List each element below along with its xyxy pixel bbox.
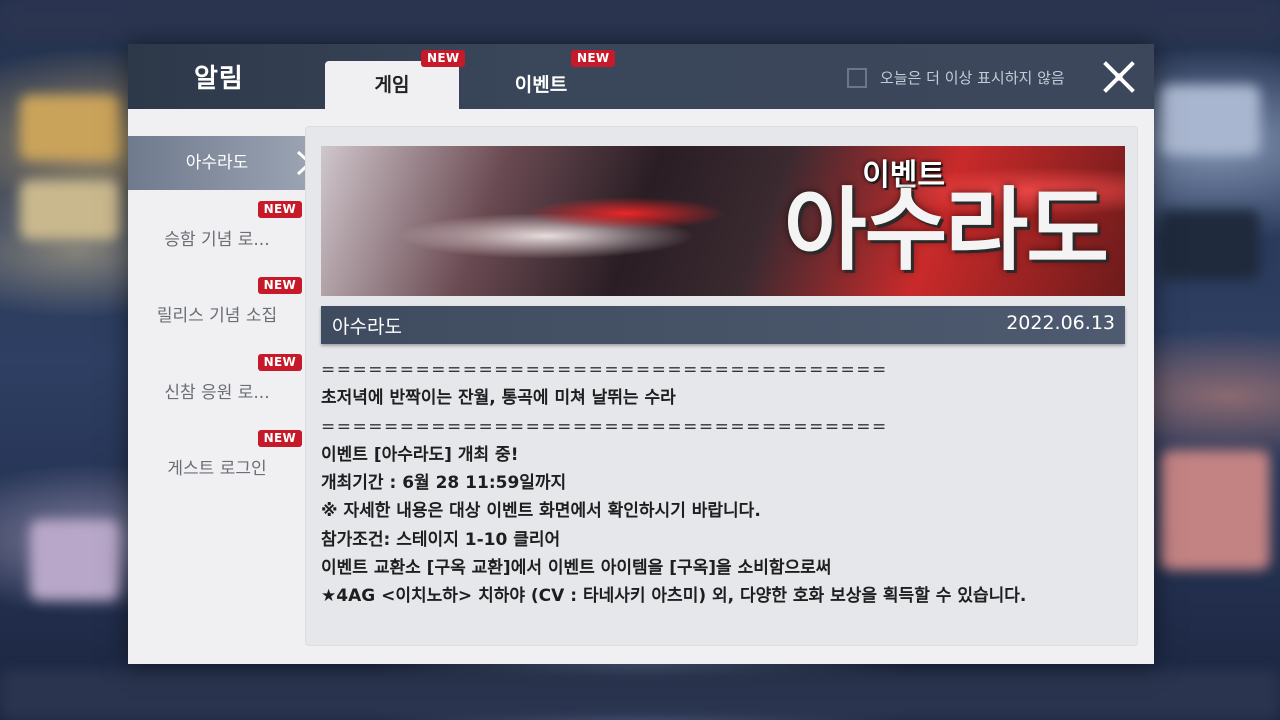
notice-title: 아수라도 (332, 316, 402, 338)
notice-line: 이벤트 [아수라도] 개최 중! (321, 444, 519, 465)
tab-game[interactable]: 게임 (325, 61, 459, 109)
notice-content: 이벤트 아수라도 아수라도 2022.06.13 ===============… (305, 126, 1138, 646)
dont-show-today-label[interactable]: 오늘은 더 이상 표시하지 않음 (880, 67, 1065, 88)
sidebar-item-release-gacha[interactable]: NEW 릴리스 기념 소집 (128, 277, 306, 343)
tab-event-new-badge: NEW (571, 50, 616, 67)
banner-title: 아수라도 (783, 178, 1109, 283)
sidebar-item-guest-login[interactable]: NEW 게스트 로그인 (128, 430, 306, 496)
dialog-header: 알림 게임 NEW 이벤트 NEW 오늘은 더 이상 표시하지 않음 (128, 44, 1154, 109)
sidebar-item-label: 릴리스 기념 소집 (156, 306, 278, 326)
sidebar-item-label: 게스트 로그인 (167, 459, 267, 479)
sidebar-item-newbie-login[interactable]: NEW 신참 응원 로... (128, 354, 306, 420)
sidebar-item-launch-login[interactable]: NEW 승함 기념 로... (128, 201, 306, 267)
close-icon (1103, 61, 1135, 93)
sidebar-item-label: 승함 기념 로... (164, 230, 270, 250)
tab-game-new-badge: NEW (421, 50, 466, 67)
notice-body: ==================================== 초저녁… (321, 356, 1126, 611)
separator-line: ==================================== (321, 360, 888, 380)
dialog-title: 알림 (194, 64, 244, 94)
notice-line: 초저녁에 반짝이는 잔월, 통곡에 미쳐 날뛰는 수라 (321, 388, 676, 409)
notice-line: 이벤트 교환소 [구옥 교환]에서 이벤트 아이템을 [구옥]을 소비함으로써 (321, 558, 832, 579)
notice-line: 참가조건: 스테이지 1-10 클리어 (321, 529, 561, 550)
sidebar-item-asurado[interactable]: 아수라도 (128, 136, 313, 190)
sidebar-item-label: 아수라도 (185, 153, 249, 173)
notice-dialog: 알림 게임 NEW 이벤트 NEW 오늘은 더 이상 표시하지 않음 아수라도 … (128, 44, 1154, 664)
notice-line: ★4AG <이치노하> 치하야 (CV : 타네사키 아츠미) 외, 다양한 호… (321, 586, 1027, 607)
tab-event[interactable]: 이벤트 (474, 61, 608, 109)
separator-line: ==================================== (321, 416, 888, 437)
sidebar-item-label: 신참 응원 로... (164, 383, 270, 403)
notice-line: ※ 자세한 내용은 대상 이벤트 화면에서 확인하시기 바랍니다. (321, 501, 761, 522)
dont-show-today-checkbox[interactable] (847, 68, 867, 88)
notice-date: 2022.06.13 (1006, 312, 1115, 334)
notice-title-bar: 아수라도 2022.06.13 (321, 306, 1125, 344)
notice-line: 개최기간 : 6월 28 11:59일까지 (321, 473, 567, 494)
close-button[interactable] (1100, 58, 1138, 96)
event-banner-image: 이벤트 아수라도 (321, 146, 1125, 296)
